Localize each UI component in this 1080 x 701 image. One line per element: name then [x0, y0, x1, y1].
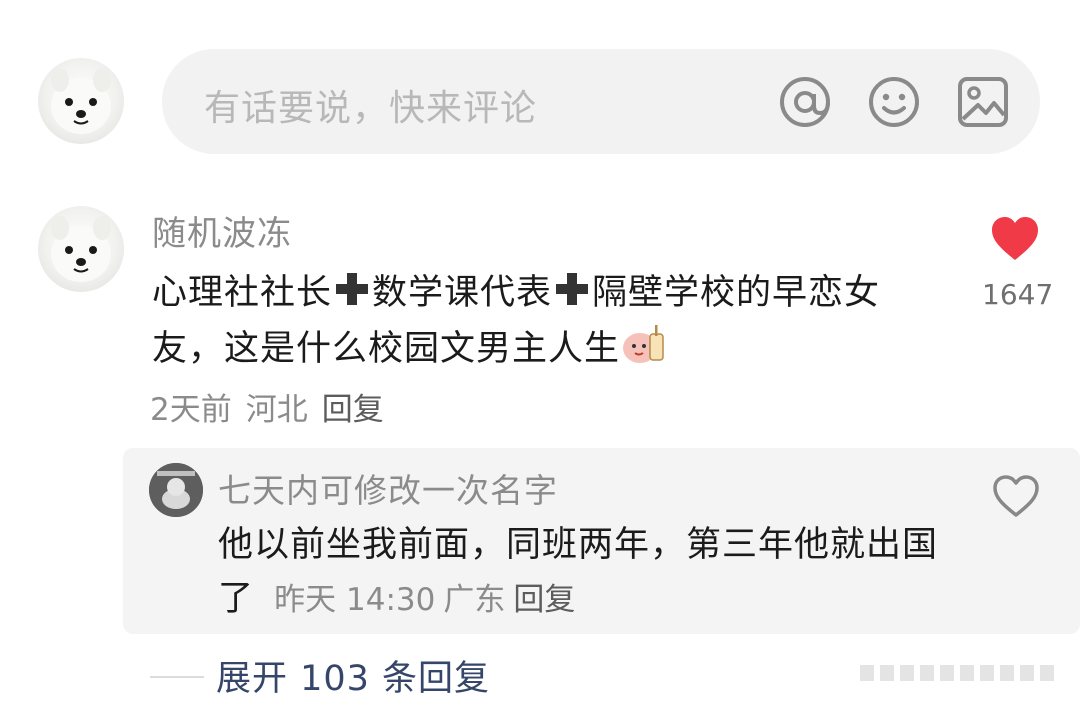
samoyed-avatar-image [51, 216, 111, 282]
reply-user-avatar[interactable] [149, 463, 203, 517]
comment-input-placeholder[interactable]: 有话要说，快来评论 [204, 79, 537, 131]
comment-location: 河北 [245, 392, 308, 428]
reply-username[interactable]: 七天内可修改一次名字 [218, 464, 558, 512]
reply-location: 广东 [443, 582, 506, 618]
emoji-icon[interactable] [867, 75, 921, 129]
reply-text-block: 他以前坐我前面，同班两年，第三年他就出国了 昨天 14:30 广东 回复 [218, 518, 958, 627]
reply-avatar-image [149, 463, 203, 517]
comment-reply-button[interactable]: 回复 [322, 392, 384, 428]
heart-outline-icon[interactable] [992, 474, 1040, 518]
comment-username[interactable]: 随机波冻 [152, 206, 292, 255]
comment-input-bar[interactable]: 有话要说，快来评论 [162, 49, 1040, 154]
watermark-logo [860, 665, 1054, 681]
reply-reply-button[interactable]: 回复 [513, 582, 575, 618]
comment-meta: 2天前 河北 回复 [150, 384, 398, 429]
at-icon[interactable] [778, 75, 832, 129]
image-icon[interactable] [956, 75, 1010, 129]
expand-divider [150, 676, 204, 678]
current-user-avatar[interactable] [38, 58, 124, 144]
like-count: 1647 [982, 278, 1054, 311]
commenter-avatar[interactable] [38, 206, 124, 292]
reply-time: 昨天 14:30 [274, 582, 436, 618]
plus-emoji-icon [336, 273, 369, 305]
heart-filled-icon[interactable] [990, 216, 1040, 262]
peach-milk-tea-emoji-icon [623, 325, 664, 363]
reply-meta: 昨天 14:30 广东 回复 [266, 582, 575, 618]
comment-text-part-2: 数学课代表 [372, 273, 553, 313]
comment-text-part-1: 心理社社长 [152, 273, 333, 313]
samoyed-avatar-image [51, 68, 111, 134]
comment-text: 心理社社长 数学课代表 隔壁学校的早恋女友，这是什么校园文男主人生 [152, 266, 942, 376]
reply-box: 七天内可修改一次名字 他以前坐我前面，同班两年，第三年他就出国了 昨天 14:3… [123, 448, 1080, 634]
comment-time: 2天前 [150, 392, 232, 428]
expand-replies-button[interactable]: 展开 103 条回复 [216, 650, 490, 701]
plus-emoji-icon [556, 273, 589, 305]
